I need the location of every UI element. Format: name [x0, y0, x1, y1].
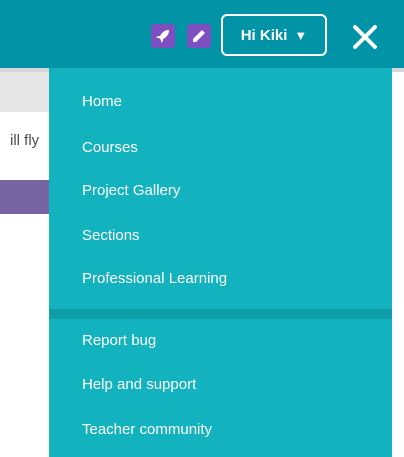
user-menu-label: Hi Kiki	[240, 26, 288, 44]
menu-item-home[interactable]: Home	[82, 93, 122, 110]
background-text: ill fly	[10, 132, 40, 149]
menu-item-courses[interactable]: Courses	[82, 139, 138, 156]
top-header: Hi Kiki ▼	[0, 0, 404, 68]
menu-item-professional-learning[interactable]: Professional Learning	[82, 270, 227, 287]
user-dropdown-menu: Home Courses Project Gallery Sections Pr…	[49, 68, 392, 457]
menu-item-teacher-community[interactable]: Teacher community	[82, 421, 212, 438]
rocket-icon[interactable]	[151, 24, 175, 48]
background-panel	[0, 72, 50, 112]
background-purple-bar	[0, 180, 50, 214]
menu-divider	[49, 309, 392, 319]
user-menu-button[interactable]: Hi Kiki ▼	[221, 14, 327, 56]
close-icon[interactable]	[350, 22, 380, 52]
chevron-down-icon: ▼	[294, 27, 308, 43]
menu-item-sections[interactable]: Sections	[82, 227, 140, 244]
page: ill fly Hi Kiki ▼ Home Courses Project G…	[0, 0, 404, 457]
menu-item-help-and-support[interactable]: Help and support	[82, 376, 196, 393]
pencil-icon[interactable]	[187, 24, 211, 48]
menu-item-report-bug[interactable]: Report bug	[82, 332, 156, 349]
menu-item-project-gallery[interactable]: Project Gallery	[82, 182, 180, 199]
